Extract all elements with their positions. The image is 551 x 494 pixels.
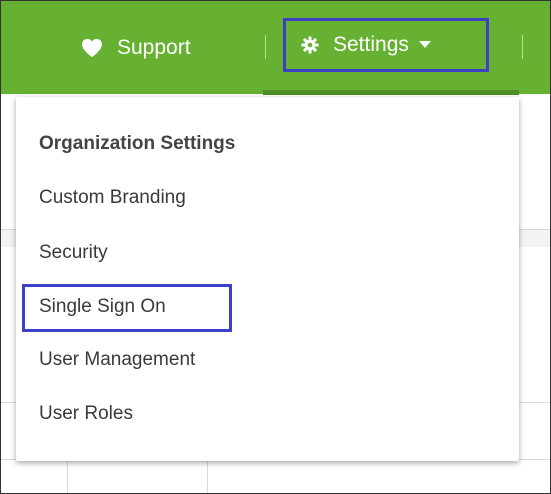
single-sign-on-highlight-box [22,284,232,332]
menu-item-user-roles[interactable]: User Roles [39,403,133,425]
menu-item-security[interactable]: Security [39,242,108,264]
top-nav-bar: Support Settings [1,1,550,95]
background-divider [207,459,208,493]
menu-item-custom-branding[interactable]: Custom Branding [39,187,186,209]
nav-separator [265,35,266,59]
support-link[interactable]: Support [81,1,191,94]
background-divider [67,459,68,493]
dropdown-header: Organization Settings [39,133,236,154]
settings-highlight-box [283,18,489,72]
heart-icon [81,38,103,58]
app-window: Support Settings Organization Settings C… [0,0,551,494]
settings-dropdown-menu: Organization Settings Custom Branding Se… [16,97,519,461]
support-label: Support [117,35,191,59]
menu-item-user-management[interactable]: User Management [39,349,195,371]
active-tab-indicator [263,90,519,95]
nav-separator [522,35,523,59]
